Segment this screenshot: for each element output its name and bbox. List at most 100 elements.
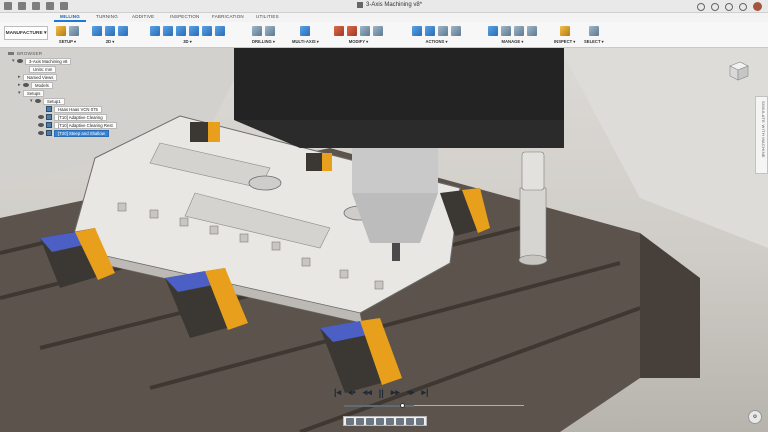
contour-icon[interactable] [202, 25, 212, 36]
3d-menu[interactable]: 3D ▾ [183, 39, 192, 44]
settings-dial-icon[interactable]: ⚙ [748, 410, 762, 424]
eye-icon[interactable] [38, 115, 44, 119]
pattern-icon[interactable] [360, 25, 370, 36]
adaptive-clearing-icon[interactable] [150, 25, 160, 36]
step-forward-button[interactable]: •▸ [407, 387, 415, 398]
setup-menu[interactable]: SETUP ▾ [59, 39, 76, 44]
pan-icon[interactable] [366, 418, 374, 425]
setup-sheet-icon[interactable] [451, 25, 461, 36]
simulate-side-panel-tab[interactable]: SIMULATE WITH MACHINE [755, 96, 768, 174]
fit-icon[interactable] [386, 418, 394, 425]
ribbon-group-setup: SETUP ▾ [56, 24, 79, 44]
tree-item-document[interactable]: ▾ 3-Axis Machining v8 [8, 57, 126, 65]
tree-item-operation[interactable]: [T10] Adaptive Clearing [8, 113, 126, 121]
grid-icon[interactable] [406, 418, 414, 425]
viewports-icon[interactable] [416, 418, 424, 425]
eye-icon[interactable] [38, 123, 44, 127]
orbit-icon[interactable] [346, 418, 354, 425]
tree-item-models[interactable]: ▸ Models [8, 81, 126, 89]
inspect-menu[interactable]: INSPECT ▾ [554, 39, 575, 44]
go-to-start-button[interactable]: |◂ [334, 387, 341, 398]
simulation-timeline[interactable] [344, 403, 524, 408]
save-icon[interactable] [32, 2, 40, 10]
simulate-icon[interactable] [425, 25, 435, 36]
step-back-button[interactable]: ◂• [348, 387, 356, 398]
tree-item-named-views[interactable]: ▸ Named Views [8, 73, 126, 81]
select-menu[interactable]: SELECT ▾ [584, 39, 604, 44]
workspace-switcher[interactable]: MANUFACTURE ▾ [4, 26, 48, 40]
view-cube-icon[interactable] [726, 58, 750, 82]
display-settings-icon[interactable] [396, 418, 404, 425]
multi-axis-menu[interactable]: MULTI-AXIS ▾ [292, 39, 319, 44]
delete-icon[interactable] [347, 25, 357, 36]
swarf-icon[interactable] [300, 25, 311, 36]
spindle-housing [352, 148, 438, 193]
new-setup-icon[interactable] [69, 25, 79, 36]
probe-post [519, 187, 547, 261]
machine-library-icon[interactable] [501, 25, 511, 36]
task-manager-icon[interactable] [527, 25, 537, 36]
timeline-scrubber[interactable] [399, 403, 405, 408]
help-icon[interactable] [739, 2, 747, 11]
2d-pocket-icon[interactable] [105, 25, 115, 36]
template-library-icon[interactable] [514, 25, 524, 36]
data-panel-icon[interactable] [711, 2, 719, 11]
browser-header[interactable]: BROWSER [8, 50, 126, 57]
probe-head [521, 151, 545, 191]
eye-icon[interactable] [17, 59, 23, 63]
tab-milling[interactable]: MILLING [54, 14, 86, 22]
collapse-icon[interactable] [8, 52, 14, 55]
face-icon[interactable] [118, 25, 128, 36]
eye-icon[interactable] [35, 99, 41, 103]
scallop-icon[interactable] [189, 25, 199, 36]
tab-turning[interactable]: TURNING [96, 14, 118, 19]
generate-icon[interactable] [412, 25, 422, 36]
tab-utilities[interactable]: UTILITIES [256, 14, 279, 19]
hole-recognition-icon[interactable] [265, 25, 276, 36]
file-icon[interactable] [18, 2, 26, 10]
2d-adaptive-icon[interactable] [92, 25, 102, 36]
2d-menu[interactable]: 2D ▾ [106, 39, 115, 44]
measure-icon[interactable] [559, 25, 570, 36]
look-at-icon[interactable] [356, 418, 364, 425]
app-menu-icon[interactable] [4, 2, 12, 10]
drill-icon[interactable] [252, 25, 263, 36]
tree-item-setup1[interactable]: ▾ Setup1 [8, 97, 126, 105]
modify-menu[interactable]: MODIFY ▾ [349, 39, 368, 44]
eye-icon[interactable] [38, 131, 44, 135]
edit-icon[interactable] [373, 25, 383, 36]
tab-inspection[interactable]: INSPECTION [170, 14, 200, 19]
fast-forward-button[interactable]: ▸▸ [391, 387, 400, 398]
go-to-end-button[interactable]: ▸| [422, 387, 429, 398]
notifications-icon[interactable] [725, 2, 733, 11]
steep-shallow-icon[interactable] [176, 25, 186, 36]
tab-fabrication[interactable]: FABRICATION [212, 14, 244, 19]
eye-icon[interactable] [23, 83, 29, 87]
cutting-tool [392, 243, 400, 261]
tree-item-setups[interactable]: ▾ Setups [8, 89, 126, 97]
post-process-icon[interactable] [438, 25, 448, 36]
drilling-menu[interactable]: DRILLING ▾ [252, 39, 275, 44]
ribbon-group-select: SELECT ▾ [584, 24, 604, 44]
new-folder-icon[interactable] [56, 25, 66, 36]
tab-additive[interactable]: ADDITIVE [132, 14, 154, 19]
manage-menu[interactable]: MANAGE ▾ [502, 39, 524, 44]
parallel-icon[interactable] [215, 25, 225, 36]
tree-item-operation[interactable]: [T10] Adaptive Clearing Rest [8, 121, 126, 129]
tree-item-machine[interactable]: Haas Haas VCN 075 [8, 105, 126, 113]
app-window: 3-Axis Machining v8* MILLING TURNING ADD… [0, 0, 768, 432]
rewind-button[interactable]: ◂◂ [363, 387, 372, 398]
pause-button[interactable]: || [379, 388, 384, 398]
add-tab-icon[interactable] [697, 2, 705, 11]
undo-icon[interactable] [46, 2, 54, 10]
tree-item-units[interactable]: Units: mm [8, 65, 126, 73]
tree-item-operation-selected[interactable]: [T20] Steep and Shallow [8, 129, 126, 137]
zoom-icon[interactable] [376, 418, 384, 425]
redo-icon[interactable] [60, 2, 68, 10]
tool-library-icon[interactable] [488, 25, 498, 36]
cut-icon[interactable] [334, 25, 344, 36]
select-icon[interactable] [588, 25, 599, 36]
pocket-clearing-icon[interactable] [163, 25, 173, 36]
avatar[interactable] [753, 2, 762, 11]
actions-menu[interactable]: ACTIONS ▾ [425, 39, 447, 44]
